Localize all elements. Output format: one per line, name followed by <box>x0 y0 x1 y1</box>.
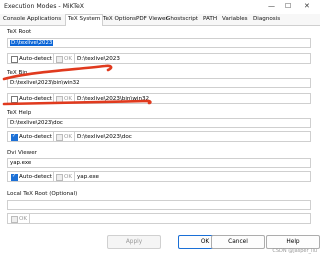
annotation-underline-tex-root <box>2 64 113 81</box>
help-button[interactable]: Help <box>266 235 320 249</box>
apply-button[interactable]: Apply <box>107 235 161 249</box>
cancel-button[interactable]: Cancel <box>211 235 265 249</box>
annotation-underline-tex-bin <box>2 99 152 106</box>
watermark: CSDN @jasper_liu <box>272 248 317 254</box>
annotation-scribbles <box>2 64 152 106</box>
